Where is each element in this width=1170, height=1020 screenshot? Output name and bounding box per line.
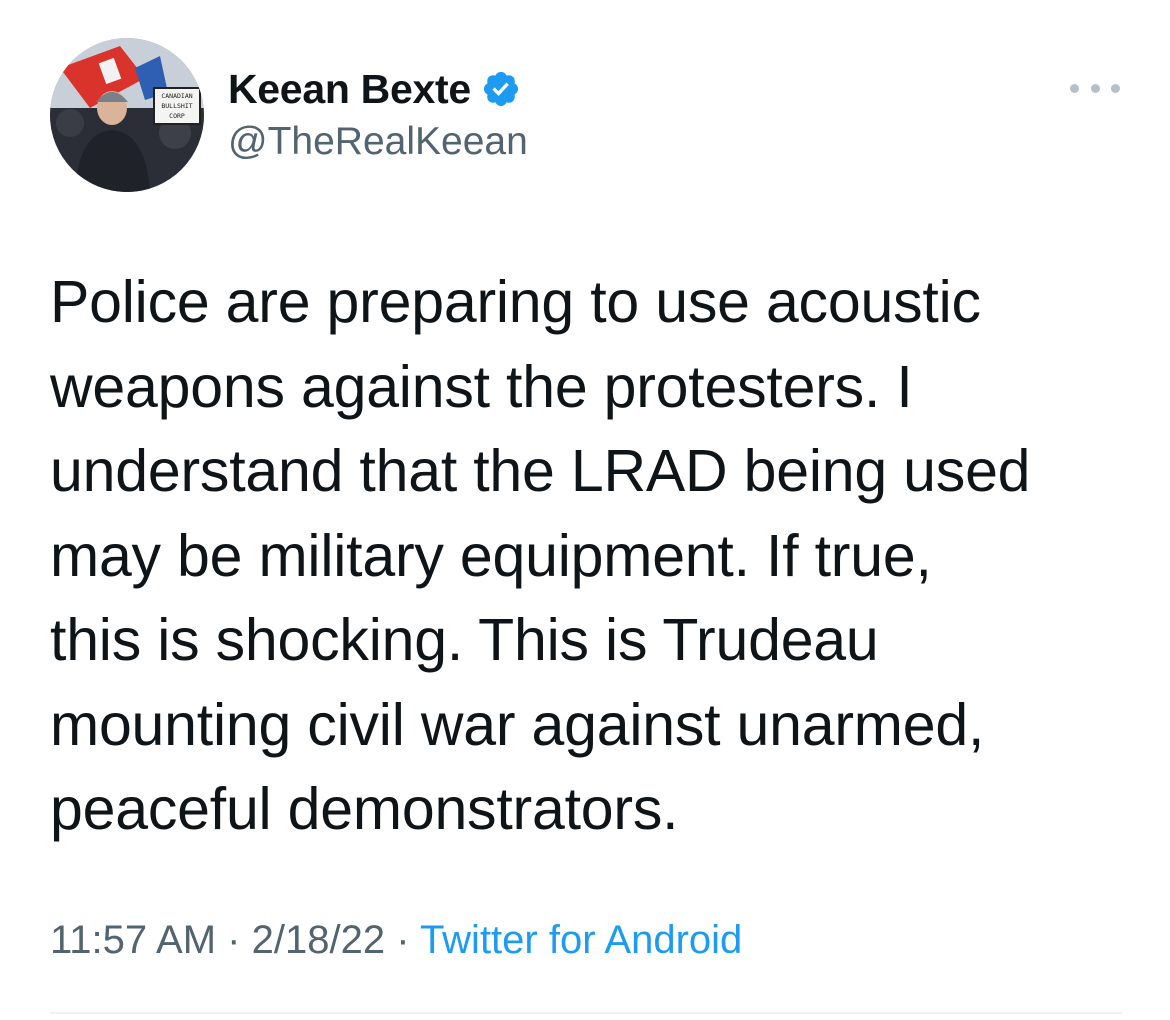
avatar-sign-line-1: CANADIAN — [161, 92, 192, 100]
name-row: Keean Bexte — [228, 62, 528, 116]
tweet-text-line: peaceful demonstrators. — [50, 776, 679, 842]
display-name[interactable]: Keean Bexte — [228, 66, 471, 113]
more-dot — [1070, 83, 1079, 93]
tweet-text-line: this is shocking. This is Trudeau — [50, 607, 879, 673]
tweet-time[interactable]: 11:57 AM — [50, 918, 216, 962]
tweet-text: Police are preparing to use acoustic wea… — [50, 260, 1130, 852]
avatar-sign-line-3: CORP — [169, 112, 185, 120]
tweet-text-line: weapons against the protesters. I — [50, 353, 913, 420]
divider — [50, 1012, 1122, 1014]
tweet-date[interactable]: 2/18/22 — [252, 918, 385, 962]
tweet-card: CANADIAN BULLSHIT CORP Keean Bexte @TheR… — [0, 0, 1170, 1020]
more-options-icon[interactable] — [1070, 76, 1120, 100]
more-dot — [1090, 83, 1100, 93]
tweet-meta: 11:57 AM · 2/18/22 · Twitter for Android — [50, 918, 742, 963]
meta-separator: · — [227, 918, 241, 962]
user-info: Keean Bexte @TheRealKeean — [228, 62, 528, 164]
tweet-text-line: mounting civil war against unarmed, — [50, 691, 985, 758]
tweet-text-line: understand that the LRAD being used — [50, 438, 1031, 504]
user-handle[interactable]: @TheRealKeean — [228, 120, 528, 164]
tweet-source-link[interactable]: Twitter for Android — [420, 918, 742, 962]
avatar[interactable]: CANADIAN BULLSHIT CORP — [50, 38, 204, 192]
tweet-text-line: may be military equipment. If true, — [50, 522, 932, 589]
avatar-sign-line-2: BULLSHIT — [161, 102, 192, 110]
meta-separator: · — [396, 918, 410, 962]
more-dot — [1111, 83, 1120, 93]
verified-badge-icon — [483, 71, 518, 107]
tweet-text-line: Police are preparing to use acoustic — [50, 269, 981, 335]
avatar-photo: CANADIAN BULLSHIT CORP — [50, 38, 204, 192]
